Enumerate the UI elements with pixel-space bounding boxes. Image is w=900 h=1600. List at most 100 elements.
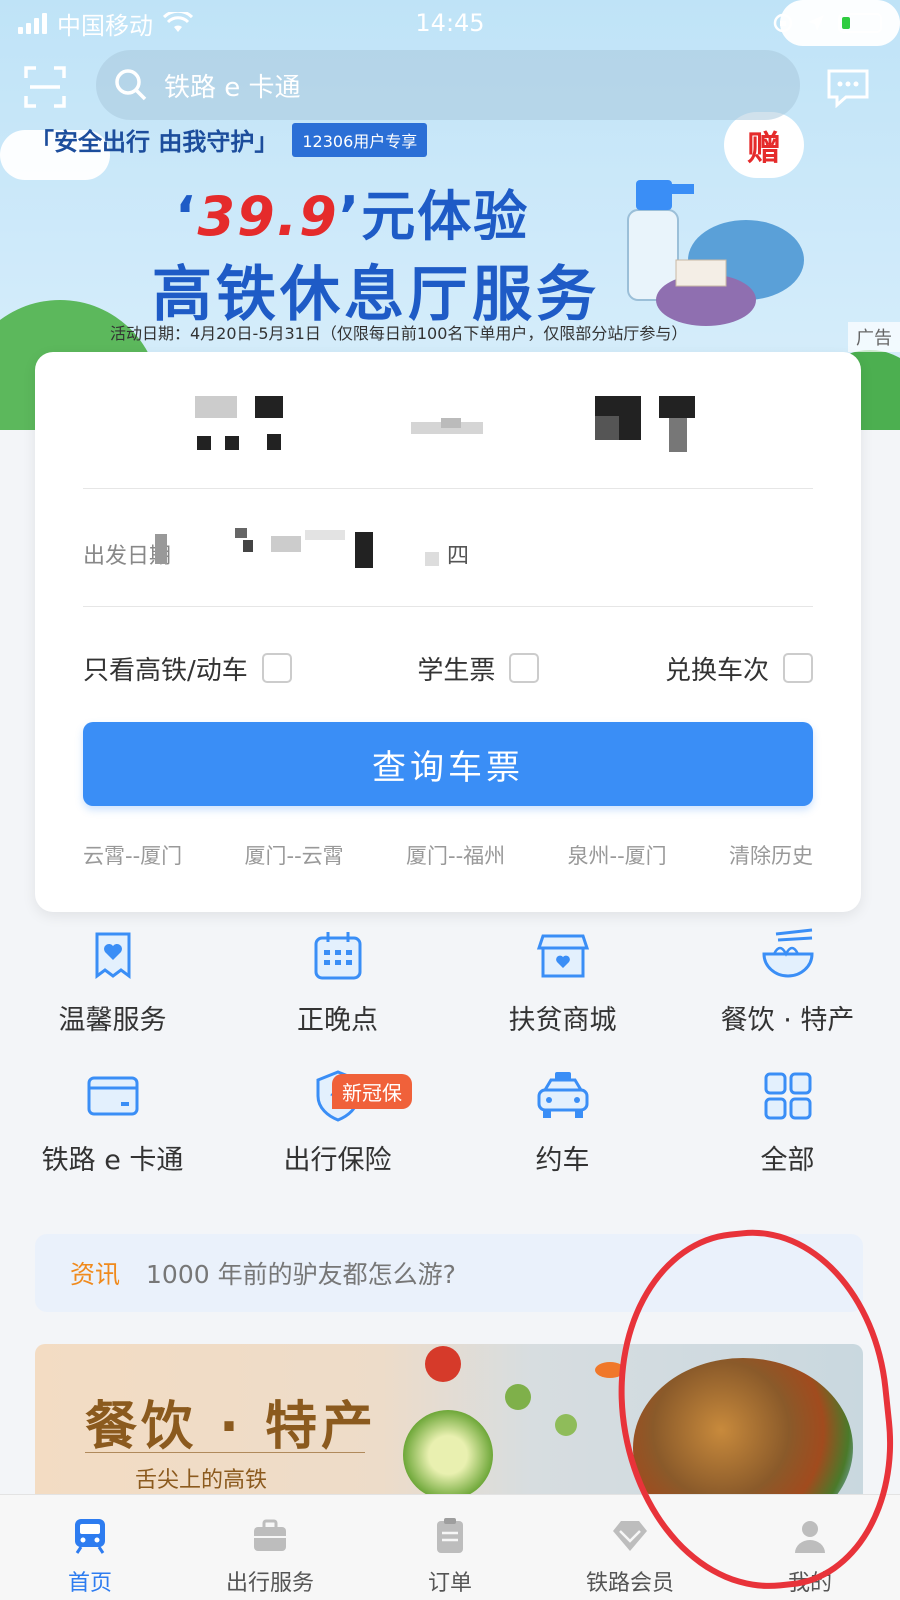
- nav-home[interactable]: 首页: [0, 1495, 180, 1600]
- search-history: 云霄--厦门 厦门--云霄 厦门--福州 泉州--厦门 清除历史: [83, 840, 813, 870]
- nav-label: 订单: [427, 1571, 472, 1596]
- promo-price-value: 39.9: [197, 185, 339, 248]
- arrival-station[interactable]: [595, 396, 705, 456]
- service-warm-service[interactable]: 温馨服务: [0, 928, 225, 1037]
- search-icon: [115, 69, 147, 101]
- promo-tag: 12306用户专享: [292, 122, 428, 157]
- nav-label: 我的: [787, 1571, 832, 1596]
- ticket-options: 只看高铁/动车 学生票 兑换车次: [83, 646, 813, 690]
- lime-decoration: [403, 1410, 493, 1500]
- service-food-specialty[interactable]: 餐饮 · 特产: [675, 928, 900, 1037]
- scan-icon[interactable]: [24, 66, 66, 108]
- departure-station[interactable]: [195, 396, 295, 456]
- service-label: 正晚点: [297, 1005, 378, 1036]
- bottom-nav: 首页 出行服务 订单 铁路会员 我的: [0, 1494, 900, 1600]
- divider: [83, 488, 813, 489]
- shop-icon: [536, 934, 589, 978]
- news-bar[interactable]: 资讯 1000 年前的驴友都怎么游?: [35, 1234, 863, 1312]
- clock: 14:45: [415, 9, 485, 37]
- promo-price: ‘39.9’元体验: [175, 172, 529, 251]
- ad-label: 广告: [848, 322, 900, 352]
- option-high-speed-only[interactable]: 只看高铁/动车: [83, 650, 292, 687]
- date-value-redacted: [155, 528, 445, 572]
- nav-mine[interactable]: 我的: [720, 1495, 900, 1600]
- service-poverty-mall[interactable]: 扶贫商城: [450, 928, 675, 1037]
- search-input[interactable]: 铁路 e 卡通: [96, 50, 800, 120]
- car-icon: [537, 1072, 588, 1118]
- top-search-row: 铁路 e 卡通: [0, 50, 900, 122]
- clipboard-icon: [437, 1518, 463, 1553]
- nav-railway-member[interactable]: 铁路会员: [540, 1495, 720, 1600]
- date-weekday: 四: [447, 544, 470, 569]
- grid-icon: [764, 1072, 811, 1120]
- divider: [83, 606, 813, 607]
- option-student-ticket[interactable]: 学生票: [417, 650, 540, 687]
- service-ride-hailing[interactable]: 约车: [450, 1068, 675, 1177]
- clear-history-link[interactable]: 清除历史: [729, 840, 813, 870]
- promo-slogan-row: 「安全出行 由我守护」 12306用户专享: [30, 122, 428, 157]
- food-bowl-image: [633, 1358, 853, 1500]
- noodle-bowl-icon: [761, 928, 814, 978]
- nav-orders[interactable]: 订单: [360, 1495, 540, 1600]
- calendar-icon: [314, 932, 361, 980]
- option-label: 只看高铁/动车: [83, 655, 248, 686]
- heart-doc-icon: [95, 932, 130, 979]
- location-icon: [808, 15, 824, 31]
- train-icon: [75, 1519, 105, 1554]
- ticket-query-card: 出发日期 四 只看高铁/动车 学生票 兑换车次 查询车票 云霄--厦门 厦门--: [35, 352, 861, 912]
- history-item[interactable]: 厦门--福州: [406, 840, 505, 870]
- food-banner-divider: [85, 1452, 365, 1453]
- history-item[interactable]: 泉州--厦门: [568, 840, 667, 870]
- checkbox-exchange-train[interactable]: [782, 653, 813, 683]
- checkbox-student-ticket[interactable]: [509, 653, 540, 683]
- checkbox-high-speed-only[interactable]: [261, 653, 292, 683]
- promo-note: 活动日期：4月20日-5月31日（仅限每日前100名下单用户，仅限部分站厅参与）: [110, 324, 688, 343]
- rotation-lock-icon: [773, 13, 793, 33]
- battery-icon: [838, 13, 882, 33]
- station-row[interactable]: [35, 352, 861, 498]
- diamond-icon: [613, 1521, 647, 1551]
- service-all[interactable]: 全部: [675, 1068, 900, 1177]
- sprout-decoration: [555, 1414, 577, 1436]
- service-on-time[interactable]: 正晚点: [225, 928, 450, 1037]
- signal-icon: [18, 12, 47, 34]
- service-label: 约车: [535, 1145, 590, 1176]
- departure-date-row[interactable]: 出发日期 四: [35, 492, 861, 602]
- food-banner-title: 餐饮 · 特产: [85, 1397, 377, 1457]
- option-label: 学生票: [417, 655, 496, 686]
- carrier-name: 中国移动: [57, 11, 153, 40]
- status-left: 中国移动: [18, 6, 193, 41]
- service-label: 扶贫商城: [508, 1005, 617, 1036]
- service-label: 温馨服务: [58, 1005, 167, 1036]
- service-label: 出行保险: [283, 1145, 392, 1176]
- status-bar: 中国移动 14:45: [0, 0, 900, 46]
- history-item[interactable]: 云霄--厦门: [83, 840, 182, 870]
- nav-travel-service[interactable]: 出行服务: [180, 1495, 360, 1600]
- news-headline[interactable]: 1000 年前的驴友都怎么游?: [146, 1255, 456, 1291]
- option-label: 兑换车次: [664, 655, 769, 686]
- news-tag: 资讯: [70, 1260, 121, 1289]
- nav-label: 出行服务: [225, 1571, 314, 1596]
- message-icon[interactable]: [826, 68, 870, 108]
- promo-slogan: 「安全出行 由我守护」: [30, 128, 279, 156]
- wifi-icon: [163, 12, 193, 32]
- tomato-decoration: [425, 1346, 461, 1382]
- nav-label: 首页: [67, 1571, 112, 1596]
- spray-mask-illustration: [627, 180, 804, 326]
- search-placeholder: 铁路 e 卡通: [164, 72, 301, 103]
- swap-stations-icon[interactable]: [411, 412, 483, 440]
- briefcase-icon: [254, 1519, 286, 1551]
- history-item[interactable]: 厦门--云霄: [245, 840, 344, 870]
- user-icon: [795, 1521, 825, 1553]
- food-banner-subtitle: 舌尖上的高铁: [135, 1468, 268, 1493]
- service-e-card[interactable]: 铁路 e 卡通: [0, 1068, 225, 1177]
- card-icon: [87, 1076, 138, 1116]
- nav-label: 铁路会员: [585, 1571, 674, 1596]
- food-specialty-banner[interactable]: 餐饮 · 特产 舌尖上的高铁: [35, 1344, 863, 1500]
- sprout-decoration: [505, 1384, 531, 1410]
- query-tickets-button[interactable]: 查询车票: [83, 722, 813, 806]
- carrot-decoration: [595, 1362, 625, 1378]
- status-right: [772, 12, 882, 34]
- service-label: 铁路 e 卡通: [41, 1145, 184, 1176]
- option-exchange-train[interactable]: 兑换车次: [665, 650, 813, 687]
